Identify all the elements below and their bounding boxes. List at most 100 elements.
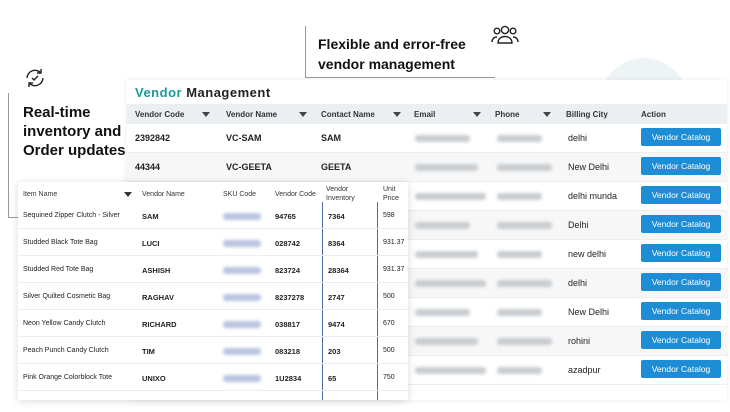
blurred-phone — [497, 251, 542, 258]
vendor-catalog-button[interactable]: Vendor Catalog — [641, 331, 721, 349]
col-item-vendor-name: Vendor Name — [142, 191, 185, 198]
unit-price: 931.37 — [383, 266, 405, 273]
billing-city: delhi — [568, 133, 588, 143]
table-row: Peach Punch Candy Clutch TIM 083218 203 500 — [18, 337, 408, 364]
table-row: Pink Orange Colorblock Tote UNIXO 1U2834 65… — [18, 364, 408, 391]
unit-price: 500 — [383, 347, 395, 354]
item-name: Studded Red Tote Bag — [23, 266, 94, 273]
vendor-management-callout: Flexible and error-free vendor managemen… — [305, 26, 495, 78]
vendor-catalog-button[interactable]: Vendor Catalog — [641, 128, 721, 146]
item-vendor-name: LUCI — [142, 239, 160, 248]
item-vendor-name: SAM — [142, 212, 159, 221]
table-row: Silver Quilted Cosmetic Bag RAGHAV 8237278… — [18, 283, 408, 310]
filter-icon[interactable] — [543, 112, 551, 117]
vendor-name: VC-GEETA — [226, 162, 272, 172]
blurred-phone — [497, 193, 542, 200]
unit-price: 750 — [383, 374, 395, 381]
filter-icon[interactable] — [202, 112, 210, 117]
col-vendor-inventory: Vendor Inventory — [326, 186, 355, 202]
item-name: Studded Black Tote Bag — [23, 239, 98, 246]
item-vendor-code: 8237278 — [275, 293, 305, 302]
blurred-sku — [223, 267, 261, 274]
billing-city: delhi munda — [568, 191, 618, 201]
table-row: Neon Yellow Candy Clutch RICHARD 038817 947… — [18, 310, 408, 337]
col-email: Email — [414, 110, 436, 119]
item-vendor-name: TIM — [142, 347, 155, 356]
table-row: Studded Black Tote Bag LUCI 028742 8364 931.… — [18, 229, 408, 256]
table-row: Studded Red Tote Bag ASHISH 823724 28364 931… — [18, 256, 408, 283]
col-action: Action — [641, 110, 666, 119]
blurred-email — [415, 338, 478, 345]
vendor-inventory: 28364 — [328, 266, 349, 275]
col-vendor-code: Vendor Code — [135, 110, 185, 119]
unit-price: 598 — [383, 212, 395, 219]
vendor-catalog-button[interactable]: Vendor Catalog — [641, 302, 721, 320]
blurred-email — [415, 367, 486, 374]
vendor-catalog-button[interactable]: Vendor Catalog — [641, 244, 721, 262]
vendor-code: 2392842 — [135, 133, 171, 143]
blurred-email — [415, 164, 478, 171]
vendor-catalog-button[interactable]: Vendor Catalog — [641, 157, 721, 175]
blurred-email — [415, 251, 478, 258]
contact-name: GEETA — [321, 162, 352, 172]
vendor-inventory: 7364 — [328, 212, 345, 221]
vendor-inventory: 203 — [328, 347, 341, 356]
blurred-email — [415, 135, 470, 142]
vendor-inventory: 65 — [328, 374, 337, 383]
item-vendor-name: UNIXO — [142, 374, 166, 383]
table-row: 2392842 VC-SAM SAM delhi Vendor Catalog — [127, 124, 727, 153]
blurred-sku — [223, 294, 261, 301]
billing-city: New Delhi — [568, 307, 610, 317]
billing-city: Delhi — [568, 220, 589, 230]
blurred-sku — [223, 321, 261, 328]
item-vendor-code: 038817 — [275, 320, 301, 329]
blurred-email — [415, 222, 470, 229]
filter-icon[interactable] — [393, 112, 401, 117]
vendor-catalog-button[interactable]: Vendor Catalog — [641, 186, 721, 204]
callout-text-right: Flexible and error-free vendor managemen… — [318, 36, 466, 72]
vendor-name: VC-SAM — [226, 133, 262, 143]
vendor-catalog-button[interactable]: Vendor Catalog — [641, 273, 721, 291]
blurred-sku — [223, 240, 261, 247]
item-name: Peach Punch Candy Clutch — [23, 347, 109, 354]
item-vendor-code: 1U2834 — [275, 374, 302, 383]
item-vendor-code: 028742 — [275, 239, 301, 248]
filter-icon[interactable] — [473, 112, 481, 117]
table-row: Sequined Zipper Clutch - Silver SAM 94765 7… — [18, 202, 408, 229]
item-name: Pink Orange Colorblock Tote — [23, 374, 112, 381]
item-name: Neon Yellow Candy Clutch — [23, 320, 106, 327]
col-vendor-name: Vendor Name — [226, 110, 278, 119]
billing-city: new delhi — [568, 249, 607, 259]
unit-price: 931.37 — [383, 239, 405, 246]
col-billing-city: Billing City — [566, 110, 608, 119]
col-item-name: Item Name — [23, 191, 58, 198]
blurred-phone — [497, 135, 542, 142]
item-vendor-code: 823724 — [275, 266, 301, 275]
item-name: Silver Quilted Cosmetic Bag — [23, 293, 111, 300]
col-phone: Phone — [495, 110, 520, 119]
col-sku-code: SKU Code — [223, 191, 257, 198]
callout-text-left: Real-time inventory and Order updates — [23, 104, 126, 159]
vendor-table-header: Vendor Code Vendor Name Contact Name Ema… — [127, 104, 727, 124]
col-unit-price: Unit Price — [383, 186, 399, 202]
item-vendor-name: RAGHAV — [142, 293, 174, 302]
billing-city: delhi — [568, 278, 588, 288]
item-vendor-name: RICHARD — [142, 320, 177, 329]
blurred-email — [415, 280, 486, 287]
blurred-phone — [497, 164, 552, 171]
billing-city: azadpur — [568, 365, 601, 375]
blurred-email — [415, 193, 486, 200]
blurred-phone — [497, 338, 552, 345]
filter-icon[interactable] — [299, 112, 307, 117]
filter-icon[interactable] — [124, 192, 132, 197]
title-rest: Management — [182, 85, 271, 100]
vendor-catalog-button[interactable]: Vendor Catalog — [641, 215, 721, 233]
vendor-inventory: 2747 — [328, 293, 345, 302]
blurred-email — [415, 309, 470, 316]
vendor-inventory: 8364 — [328, 239, 345, 248]
title-accent: Vendor — [135, 85, 183, 100]
col-item-vendor-code: Vendor Code — [275, 191, 316, 198]
item-vendor-code: 94765 — [275, 212, 296, 221]
unit-price: 670 — [383, 320, 395, 327]
vendor-catalog-button[interactable]: Vendor Catalog — [641, 360, 721, 378]
